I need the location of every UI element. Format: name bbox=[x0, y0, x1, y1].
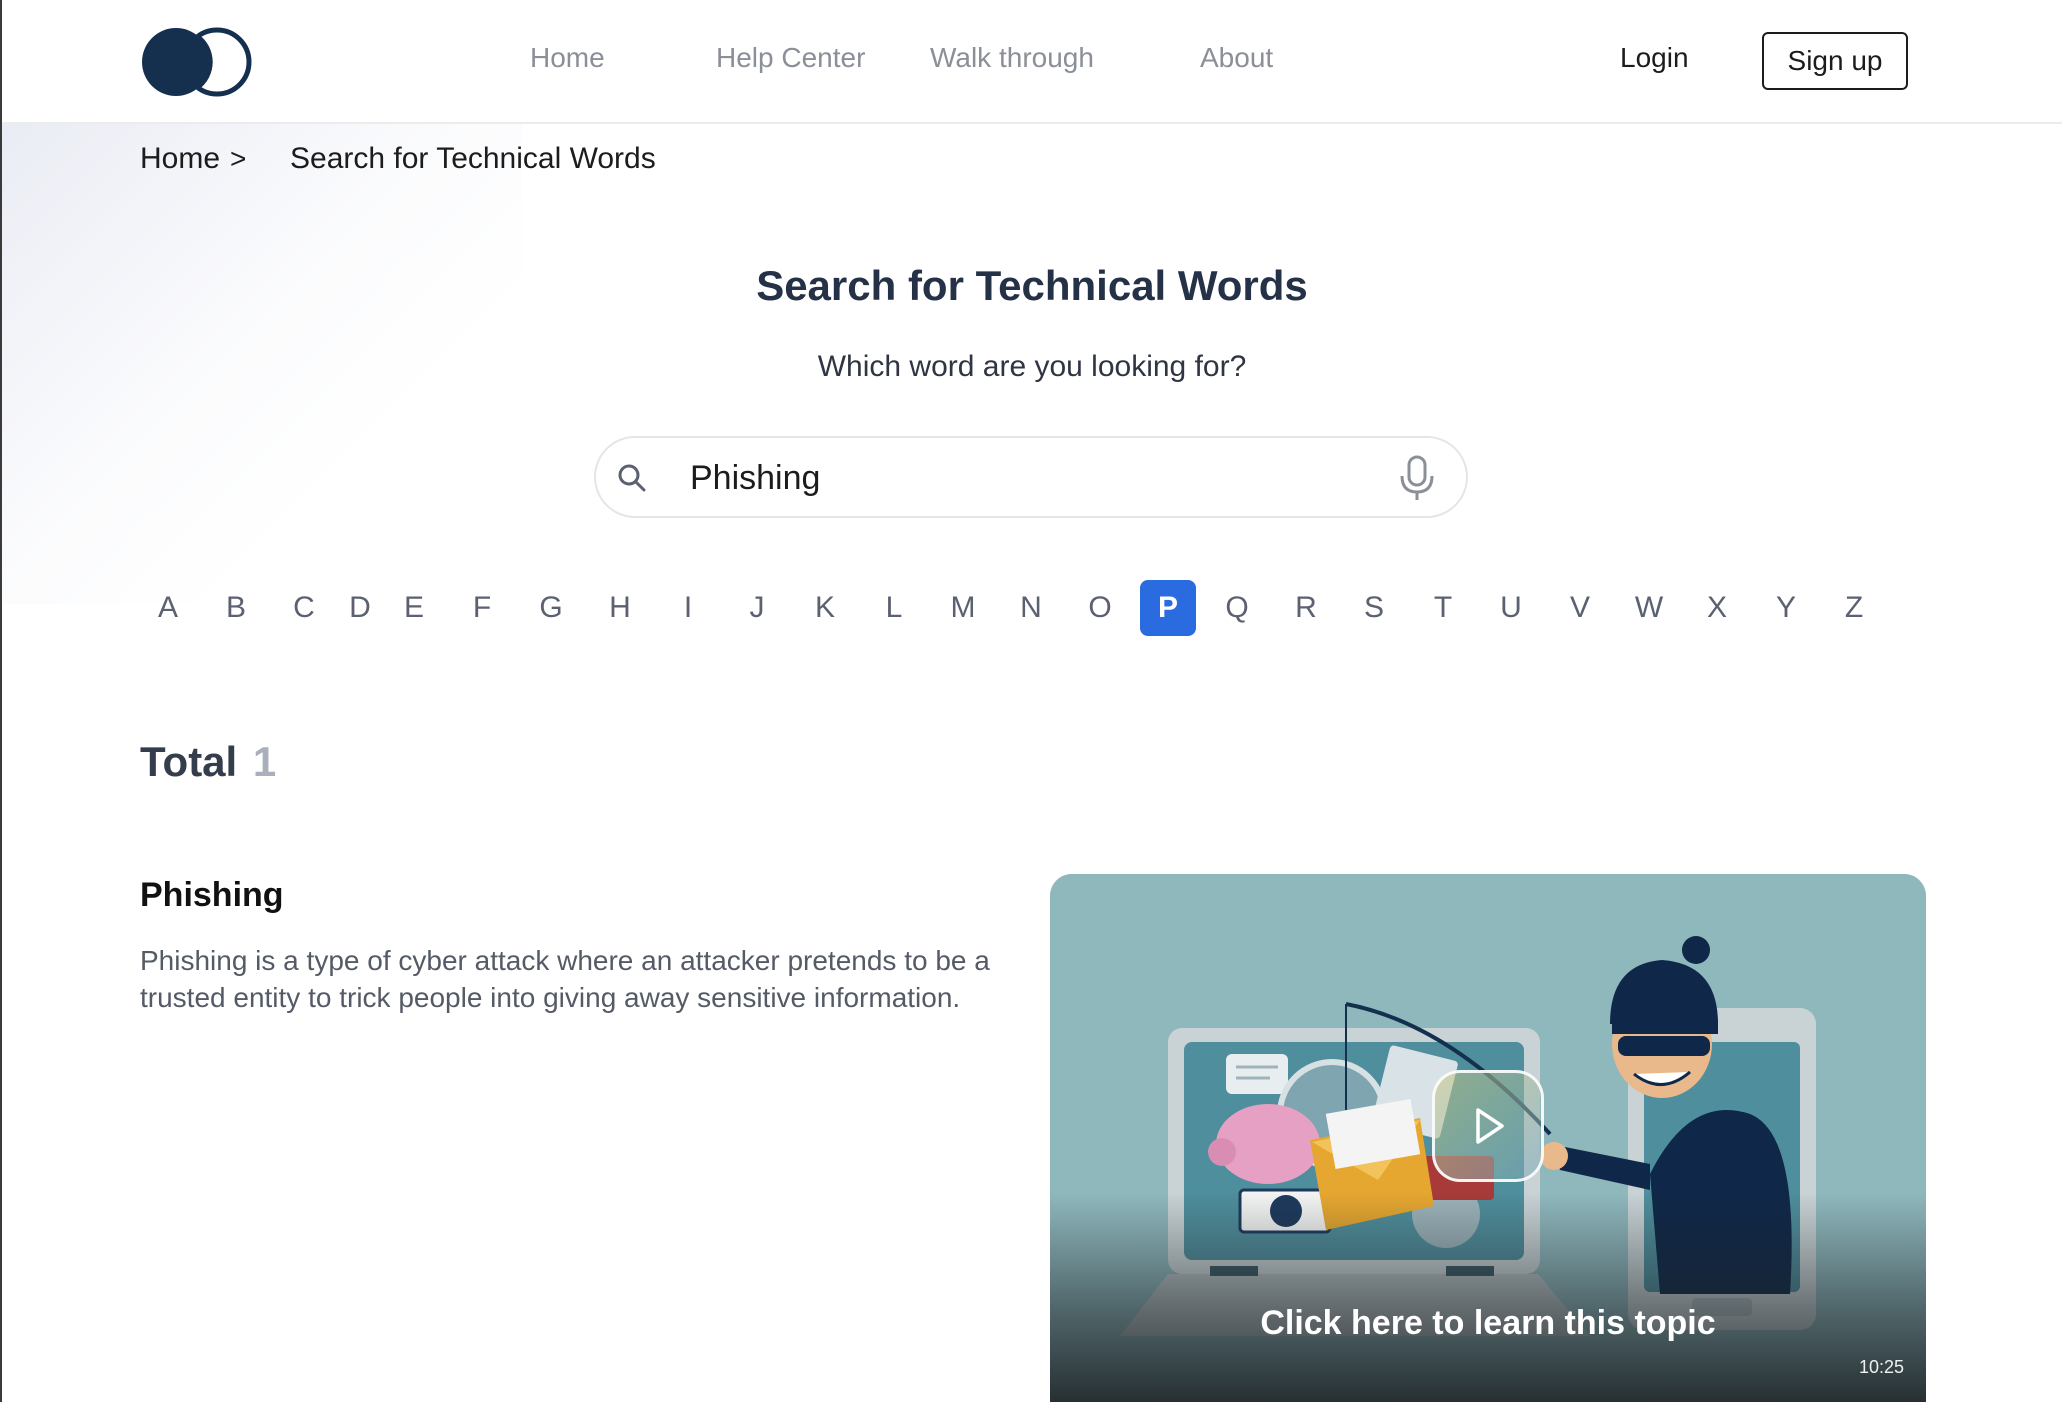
letter-b[interactable]: B bbox=[208, 580, 264, 636]
total-count: 1 bbox=[252, 738, 277, 785]
letter-k[interactable]: K bbox=[797, 580, 853, 636]
letter-t[interactable]: T bbox=[1415, 580, 1471, 636]
letter-u[interactable]: U bbox=[1483, 580, 1539, 636]
breadcrumb-home[interactable]: Home bbox=[140, 142, 220, 176]
signup-button[interactable]: Sign up bbox=[1762, 32, 1908, 90]
letter-f[interactable]: F bbox=[454, 580, 510, 636]
nav-home[interactable]: Home bbox=[530, 42, 605, 74]
letter-l[interactable]: L bbox=[866, 580, 922, 636]
letter-v[interactable]: V bbox=[1552, 580, 1608, 636]
video-gradient-overlay bbox=[1050, 1192, 1926, 1402]
letter-i[interactable]: I bbox=[660, 580, 716, 636]
page-title: Search for Technical Words bbox=[756, 262, 1308, 309]
letter-s[interactable]: S bbox=[1346, 580, 1402, 636]
login-link[interactable]: Login bbox=[1620, 42, 1689, 74]
result-description: Phishing is a type of cyber attack where… bbox=[140, 945, 990, 1013]
breadcrumb-separator: > bbox=[230, 143, 247, 174]
search-bar bbox=[594, 436, 1468, 518]
video-card[interactable]: Click here to learn this topic 10:25 bbox=[1050, 874, 1926, 1402]
video-caption[interactable]: Click here to learn this topic bbox=[1050, 1304, 1926, 1343]
letter-n[interactable]: N bbox=[1003, 580, 1059, 636]
letter-e[interactable]: E bbox=[386, 580, 442, 636]
letter-q[interactable]: Q bbox=[1209, 580, 1265, 636]
nav-about[interactable]: About bbox=[1200, 42, 1273, 74]
page-subtitle: Which word are you looking for? bbox=[817, 350, 1247, 383]
video-duration: 10:25 bbox=[1858, 1357, 1904, 1377]
letter-z[interactable]: Z bbox=[1826, 580, 1882, 636]
letter-a[interactable]: A bbox=[140, 580, 196, 636]
play-button[interactable] bbox=[1432, 1070, 1544, 1182]
top-navbar: Home Help Center Walk through About Logi… bbox=[2, 0, 2062, 124]
letter-h[interactable]: H bbox=[592, 580, 648, 636]
letter-p-selected[interactable]: P bbox=[1140, 580, 1196, 636]
breadcrumb-current: Search for Technical Words bbox=[290, 142, 656, 175]
logo-icon[interactable] bbox=[142, 26, 254, 98]
breadcrumb: Home > Search for Technical Words bbox=[140, 142, 656, 176]
letter-r[interactable]: R bbox=[1278, 580, 1334, 636]
nav-walk-through[interactable]: Walk through bbox=[930, 42, 1094, 74]
letter-c[interactable]: C bbox=[276, 580, 332, 636]
letter-w[interactable]: W bbox=[1621, 580, 1677, 636]
play-icon bbox=[1476, 1108, 1504, 1144]
letter-g[interactable]: G bbox=[523, 580, 579, 636]
letter-y[interactable]: Y bbox=[1758, 580, 1814, 636]
results-total: Total 1 bbox=[140, 738, 276, 786]
total-label: Total bbox=[140, 738, 238, 785]
result-title: Phishing bbox=[140, 876, 284, 914]
letter-d[interactable]: D bbox=[332, 580, 388, 636]
letter-j[interactable]: J bbox=[729, 580, 785, 636]
search-input[interactable] bbox=[690, 452, 1330, 504]
letter-x[interactable]: X bbox=[1689, 580, 1745, 636]
letter-m[interactable]: M bbox=[935, 580, 991, 636]
search-icon[interactable] bbox=[616, 462, 648, 494]
microphone-icon[interactable] bbox=[1396, 454, 1438, 502]
nav-help-center[interactable]: Help Center bbox=[716, 42, 865, 74]
letter-o[interactable]: O bbox=[1072, 580, 1128, 636]
